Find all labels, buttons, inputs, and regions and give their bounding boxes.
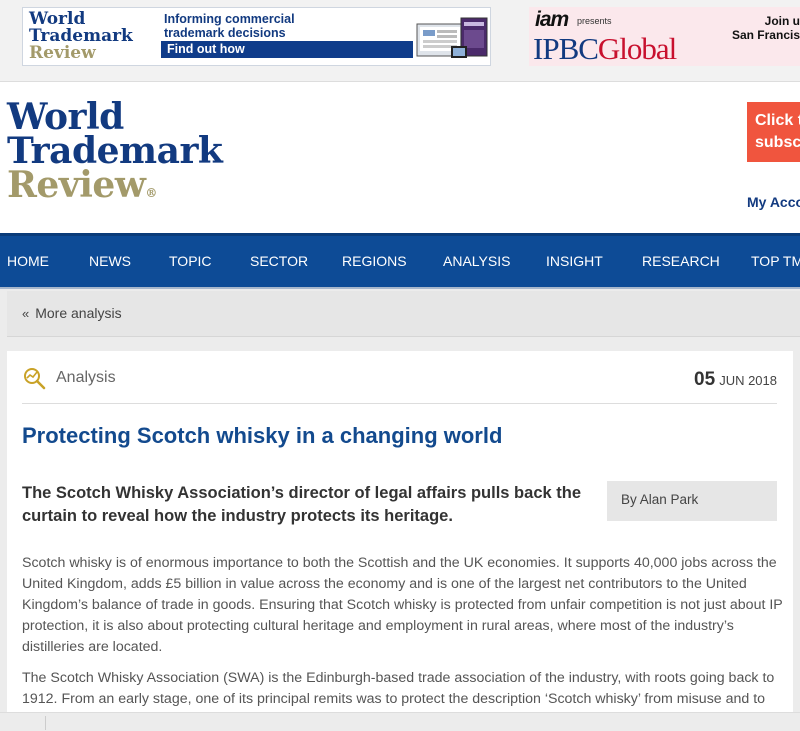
nav-research[interactable]: RESEARCH (642, 253, 720, 269)
ipbc-ad-banner[interactable]: iam presents IPBCGlobal Join u San Franc… (529, 7, 800, 66)
registered-icon: ® (145, 186, 157, 200)
nav-top-tm[interactable]: TOP TM (751, 253, 800, 269)
my-account-link[interactable]: My Acco (747, 194, 800, 210)
analysis-magnifier-icon (24, 368, 46, 390)
article-date: 05 JUN 2018 (694, 369, 777, 390)
nav-sector[interactable]: SECTOR (250, 253, 308, 269)
main-nav: HOME NEWS TOPIC SECTOR REGIONS ANALYSIS … (0, 233, 800, 289)
bottom-bar (0, 712, 800, 731)
more-analysis-link[interactable]: «More analysis (22, 305, 122, 321)
article-body: Scotch whisky is of enormous importance … (22, 553, 784, 731)
nav-news[interactable]: NEWS (89, 253, 131, 269)
article-standfirst: The Scotch Whisky Association’s director… (22, 484, 582, 525)
ad-wtr-logo: World Trademark Review (29, 9, 133, 63)
nav-regions[interactable]: REGIONS (342, 253, 407, 269)
article-card: Analysis 05 JUN 2018 Protecting Scotch wh… (7, 351, 793, 731)
author-byline[interactable]: By Alan Park (607, 481, 777, 521)
wtr-ad-banner[interactable]: World Trademark Review Informing commerc… (22, 7, 491, 66)
site-logo[interactable]: World Trademark Review® (7, 99, 223, 210)
article-meta: Analysis 05 JUN 2018 (22, 364, 777, 404)
subscribe-button[interactable]: Click t subsc (747, 102, 800, 162)
ipbc-global-logo: IPBCGlobal (533, 31, 677, 66)
article-paragraph: Scotch whisky is of enormous importance … (22, 555, 783, 655)
device-screens-icon (416, 17, 488, 58)
nav-topic[interactable]: TOPIC (169, 253, 212, 269)
divider (45, 716, 46, 730)
breadcrumb: «More analysis (7, 291, 800, 337)
site-header: World Trademark Review® Click t subsc My… (0, 82, 800, 233)
article-category: Analysis (56, 369, 116, 386)
nav-analysis[interactable]: ANALYSIS (443, 253, 510, 269)
ad-presents: presents (577, 16, 612, 26)
article-title: Protecting Scotch whisky in a changing w… (22, 423, 503, 448)
double-chevron-left-icon: « (22, 306, 30, 321)
ad-join-text: Join u San Francis (731, 14, 800, 42)
iam-logo: iam (535, 8, 569, 31)
nav-home[interactable]: HOME (7, 253, 49, 269)
ad-tagline: Informing commercial trademark decisions (164, 12, 295, 40)
ad-find-out-button[interactable]: Find out how (161, 41, 413, 58)
nav-insight[interactable]: INSIGHT (546, 253, 603, 269)
ad-banner-strip: World Trademark Review Informing commerc… (0, 0, 800, 82)
